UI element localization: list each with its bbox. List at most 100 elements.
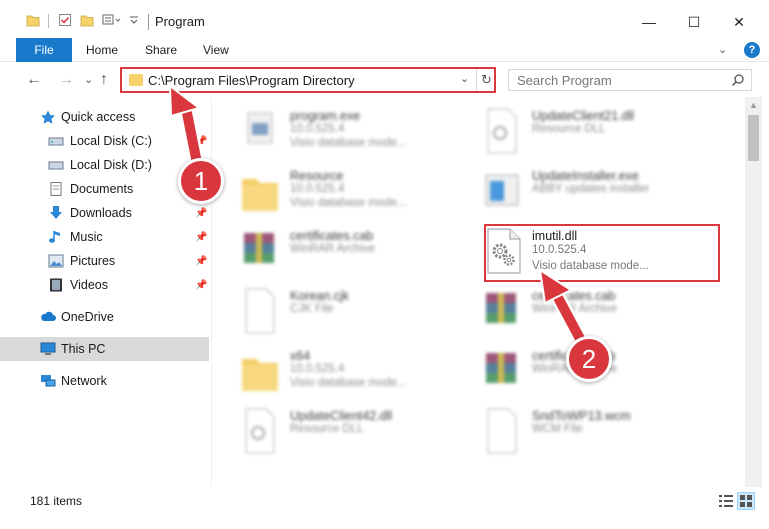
maximize-button[interactable]: ☐ [671,8,717,36]
file-item[interactable]: x64 10.0.525.4 Visio database mode... [240,347,480,403]
tab-file[interactable]: File [16,38,72,62]
file-item[interactable]: SndToWP13.wcm WCM File [482,407,722,463]
close-button[interactable]: ✕ [716,8,762,36]
sidebar-item-quick-access[interactable]: Quick access [0,105,209,129]
file-icon [487,408,517,454]
archive-icon [486,353,516,383]
pin-icon[interactable]: 📌 [195,208,207,219]
sidebar-item-pictures[interactable]: Pictures 📌 [0,249,209,273]
qa-separator [48,14,49,28]
scroll-thumb[interactable] [748,115,759,161]
file-item[interactable]: UpdateClient21.dll Resource DLL [482,107,722,163]
scroll-up-icon[interactable]: ▲ [749,100,758,110]
file-type: CJK File [290,303,334,315]
details-view-icon[interactable] [718,493,734,509]
file-item[interactable]: Resource 10.0.525.4 Visio database mode.… [240,167,480,223]
step-1-badge: 1 [178,158,224,204]
file-description: Visio database mode... [290,377,407,389]
highlight-box-file [484,224,720,282]
search-icon[interactable] [731,73,745,87]
dll-icon [245,408,275,454]
sidebar-item-network[interactable]: Network [0,369,209,393]
file-type: WCM File [532,423,583,435]
sidebar-item-music[interactable]: Music 📌 [0,225,209,249]
item-count: 181 items [30,494,83,508]
network-icon [41,375,56,387]
file-version: 10.0.525.4 [290,363,345,375]
cloud-icon [41,311,56,321]
title-bar: Program — ☐ ✕ [0,0,769,38]
chevron-down-icon[interactable] [129,13,139,27]
properties-icon[interactable] [58,13,72,27]
tab-home[interactable]: Home [86,38,118,62]
chevron-down-icon[interactable]: ⌄ [460,72,469,85]
back-button[interactable]: ← [26,71,42,89]
address-bar[interactable]: C:\Program Files\Program Directory ⌄ ↻ [120,67,496,93]
computer-icon [40,342,56,355]
pin-icon[interactable]: 📌 [195,136,207,147]
folder-icon[interactable] [26,13,40,27]
recent-locations-button[interactable]: ⌄ [84,73,93,86]
sidebar-item-local-disk-c[interactable]: Local Disk (C:) 📌 [0,129,209,153]
documents-icon [50,182,62,196]
sidebar-item-local-disk-d[interactable]: Local Disk (D:) [0,153,209,177]
forward-button[interactable]: → [58,71,74,89]
vertical-scrollbar[interactable]: ▲ [745,97,762,487]
file-item[interactable]: UpdateClient42.dll Resource DLL [240,407,480,463]
customize-toolbar-icon[interactable] [102,13,124,27]
music-icon [49,231,60,243]
dll-icon [487,108,517,154]
file-description: Visio database mode... [290,197,407,209]
tab-view[interactable]: View [203,38,229,62]
sidebar-item-onedrive[interactable]: OneDrive [0,305,209,329]
sidebar-item-downloads[interactable]: Downloads 📌 [0,201,209,225]
sidebar-item-this-pc[interactable]: This PC [0,337,209,361]
file-type: Resource DLL [532,123,606,135]
file-name: UpdateClient42.dll [290,409,393,423]
file-item[interactable]: certificates.cab WinRAR Archive [240,227,480,283]
refresh-button[interactable]: ↻ [476,69,496,91]
file-name: Korean.cjk [290,289,350,303]
minimize-button[interactable]: — [626,8,672,36]
sidebar-item-label: Downloads [70,206,132,220]
sidebar-item-label: Local Disk (D:) [70,158,152,172]
file-version: 10.0.525.4 [290,183,345,195]
file-item[interactable]: certificates.cab WinRAR Archive [482,287,722,343]
pin-icon[interactable]: 📌 [195,280,207,291]
file-item[interactable]: program.exe 10.0.525.4 Visio database mo… [240,107,480,163]
file-name: certificates.cab [532,289,616,303]
sidebar-item-label: Music [70,230,103,244]
status-bar: 181 items [0,488,769,514]
search-box[interactable]: Search Program [508,69,752,91]
sidebar-item-label: Videos [70,278,108,292]
file-name: Resource [290,169,344,183]
tiles-view-icon[interactable] [737,492,755,510]
help-icon[interactable]: ? [744,42,760,58]
file-list: program.exe 10.0.525.4 Visio database mo… [212,97,745,487]
search-input[interactable]: Search Program [517,73,612,88]
expand-ribbon-icon[interactable]: ⌄ [718,43,727,56]
file-name: UpdateInstaller.exe [532,169,640,183]
sidebar-item-videos[interactable]: Videos 📌 [0,273,209,297]
address-path[interactable]: C:\Program Files\Program Directory [148,73,355,88]
step-2-badge: 2 [566,336,612,382]
pin-icon[interactable]: 📌 [195,232,207,243]
ribbon-tabs: File Home Share View ⌄ ? [0,38,769,62]
videos-icon [50,278,62,292]
tab-share[interactable]: Share [145,38,177,62]
file-name: certificates.cab [290,229,374,243]
file-type: WinRAR Archive [290,243,375,255]
sidebar-item-label: Network [61,374,107,388]
up-button[interactable]: ↑ [100,71,108,89]
sidebar-item-label: OneDrive [61,310,114,324]
pin-icon[interactable]: 📌 [195,256,207,267]
download-icon [50,206,62,219]
drive-icon [48,161,64,170]
navigation-pane: Quick access Local Disk (C:) 📌 Local Dis… [0,97,210,487]
window-title: Program [155,14,205,29]
new-folder-icon[interactable] [80,13,94,27]
file-item[interactable]: UpdateInstaller.exe ABBY updates install… [482,167,722,223]
file-name: x64 [290,349,311,363]
file-name: SndToWP13.wcm [532,409,631,423]
file-item[interactable]: Korean.cjk CJK File [240,287,480,343]
